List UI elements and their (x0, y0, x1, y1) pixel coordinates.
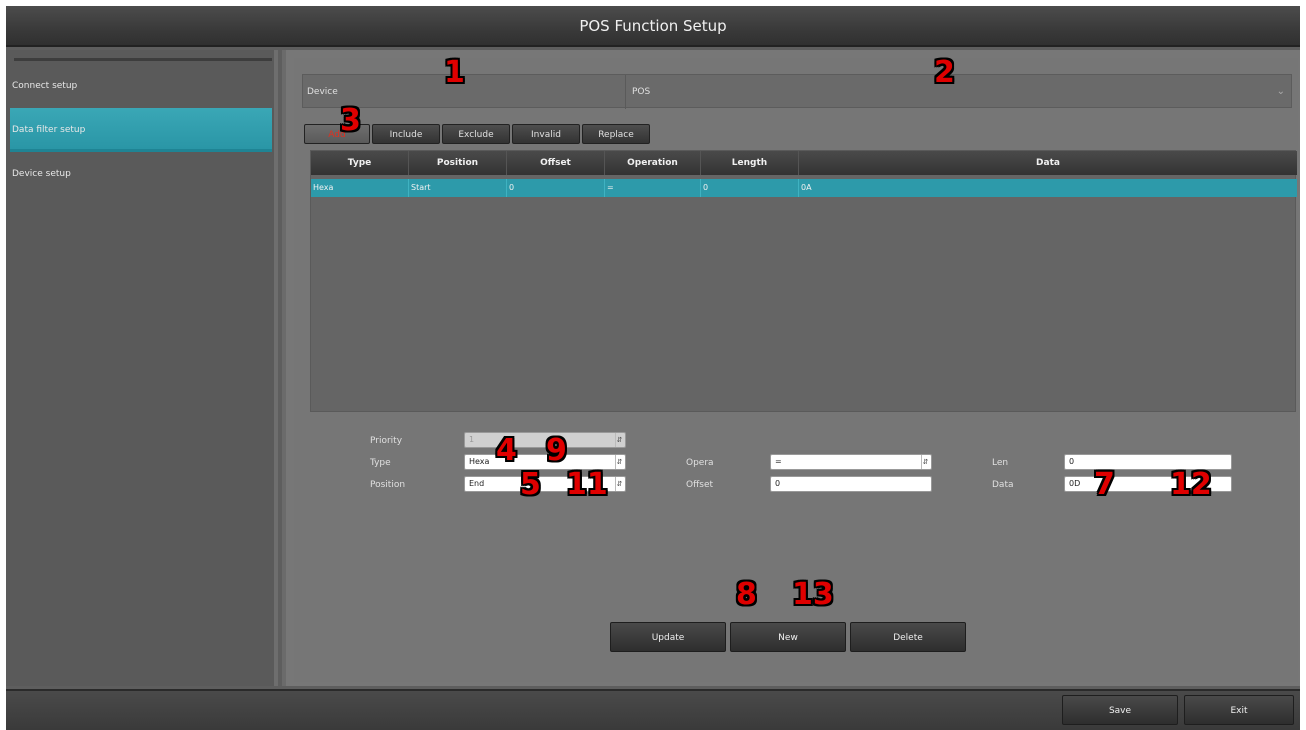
spinner-icon: ⇵ (615, 477, 623, 491)
title-bar: POS Function Setup (6, 6, 1300, 47)
callout-9: 9 (546, 433, 567, 468)
sidebar-item-device-setup[interactable]: Device setup (10, 152, 272, 196)
opera-label: Opera (686, 458, 714, 468)
cell-data: 0A (801, 183, 812, 192)
update-button[interactable]: Update (610, 622, 726, 652)
new-button[interactable]: New (730, 622, 846, 652)
cell-length: 0 (701, 179, 799, 197)
tab-label: Replace (598, 130, 634, 140)
callout-2: 2 (934, 55, 955, 90)
sidebar-item-connect-setup[interactable]: Connect setup (10, 64, 272, 108)
priority-field: 1 ⇵ (464, 432, 626, 448)
offset-input[interactable]: 0 (770, 476, 932, 492)
callout-7: 7 (1094, 467, 1115, 502)
callout-4: 4 (496, 433, 517, 468)
column-header-type[interactable]: Type (311, 151, 409, 175)
main-panel: Device POS ⌄ Add Include Exclude Invalid… (282, 50, 1300, 686)
tab-invalid[interactable]: Invalid (512, 124, 580, 144)
type-value: Hexa (469, 457, 490, 466)
priority-label: Priority (370, 436, 403, 446)
callout-12: 12 (1170, 467, 1212, 502)
table-header: Type Position Offset Operation Length Da… (311, 151, 1297, 175)
tab-exclude[interactable]: Exclude (442, 124, 510, 144)
column-header-offset[interactable]: Offset (507, 151, 605, 175)
device-select[interactable]: POS ⌄ (625, 75, 1291, 109)
opera-value: = (775, 457, 782, 466)
chevron-down-icon: ⌄ (1276, 86, 1285, 97)
app-window: POS Function Setup Connect setup Data fi… (6, 6, 1300, 730)
position-label: Position (370, 480, 406, 490)
column-header-position[interactable]: Position (409, 151, 507, 175)
column-header-data[interactable]: Data (799, 151, 1297, 175)
sidebar-item-label: Data filter setup (12, 125, 86, 135)
spinner-icon: ⇵ (921, 455, 929, 469)
callout-5: 5 (520, 467, 541, 502)
cell-operation: = (605, 179, 701, 197)
tab-replace[interactable]: Replace (582, 124, 650, 144)
type-label: Type (370, 458, 391, 468)
offset-value: 0 (775, 479, 781, 488)
column-header-operation[interactable]: Operation (605, 151, 701, 175)
data-label: Data (992, 480, 1014, 490)
callout-1: 1 (444, 55, 465, 90)
priority-value: 1 (469, 435, 475, 444)
cell-position: Start (409, 179, 507, 197)
len-label: Len (992, 458, 1009, 468)
sidebar-item-data-filter-setup[interactable]: Data filter setup (10, 108, 272, 152)
opera-select[interactable]: = ⇵ (770, 454, 932, 470)
tab-include[interactable]: Include (372, 124, 440, 144)
sidebar-item-label: Connect setup (12, 81, 78, 91)
bottom-bar: Save Exit (6, 689, 1300, 730)
spinner-icon: ⇵ (615, 455, 623, 469)
tab-label: Invalid (531, 130, 561, 140)
exit-button[interactable]: Exit (1184, 695, 1294, 725)
callout-11: 11 (566, 467, 608, 502)
offset-label: Offset (686, 480, 714, 490)
len-value: 0 (1069, 457, 1075, 466)
table-row[interactable]: Hexa Start 0 = 0 0A (311, 179, 1297, 197)
cell-offset: 0 (507, 179, 605, 197)
callout-8: 8 (736, 577, 757, 612)
tab-label: Include (389, 130, 423, 140)
tab-label: Exclude (458, 130, 494, 140)
device-select-value: POS (632, 87, 651, 97)
cell-type: Hexa (311, 179, 409, 197)
position-value: End (469, 479, 485, 488)
window-title: POS Function Setup (579, 17, 727, 35)
device-label: Device (307, 87, 338, 97)
sidebar: Connect setup Data filter setup Device s… (6, 50, 278, 686)
callout-13: 13 (792, 577, 834, 612)
callout-3: 3 (340, 103, 361, 138)
spinner-icon: ⇵ (615, 433, 623, 447)
filter-table: Type Position Offset Operation Length Da… (310, 150, 1297, 412)
save-button[interactable]: Save (1062, 695, 1178, 725)
sidebar-item-label: Device setup (12, 169, 71, 179)
data-value: 0D (1069, 479, 1081, 488)
column-header-length[interactable]: Length (701, 151, 799, 175)
delete-button[interactable]: Delete (850, 622, 966, 652)
sidebar-divider (14, 58, 272, 61)
